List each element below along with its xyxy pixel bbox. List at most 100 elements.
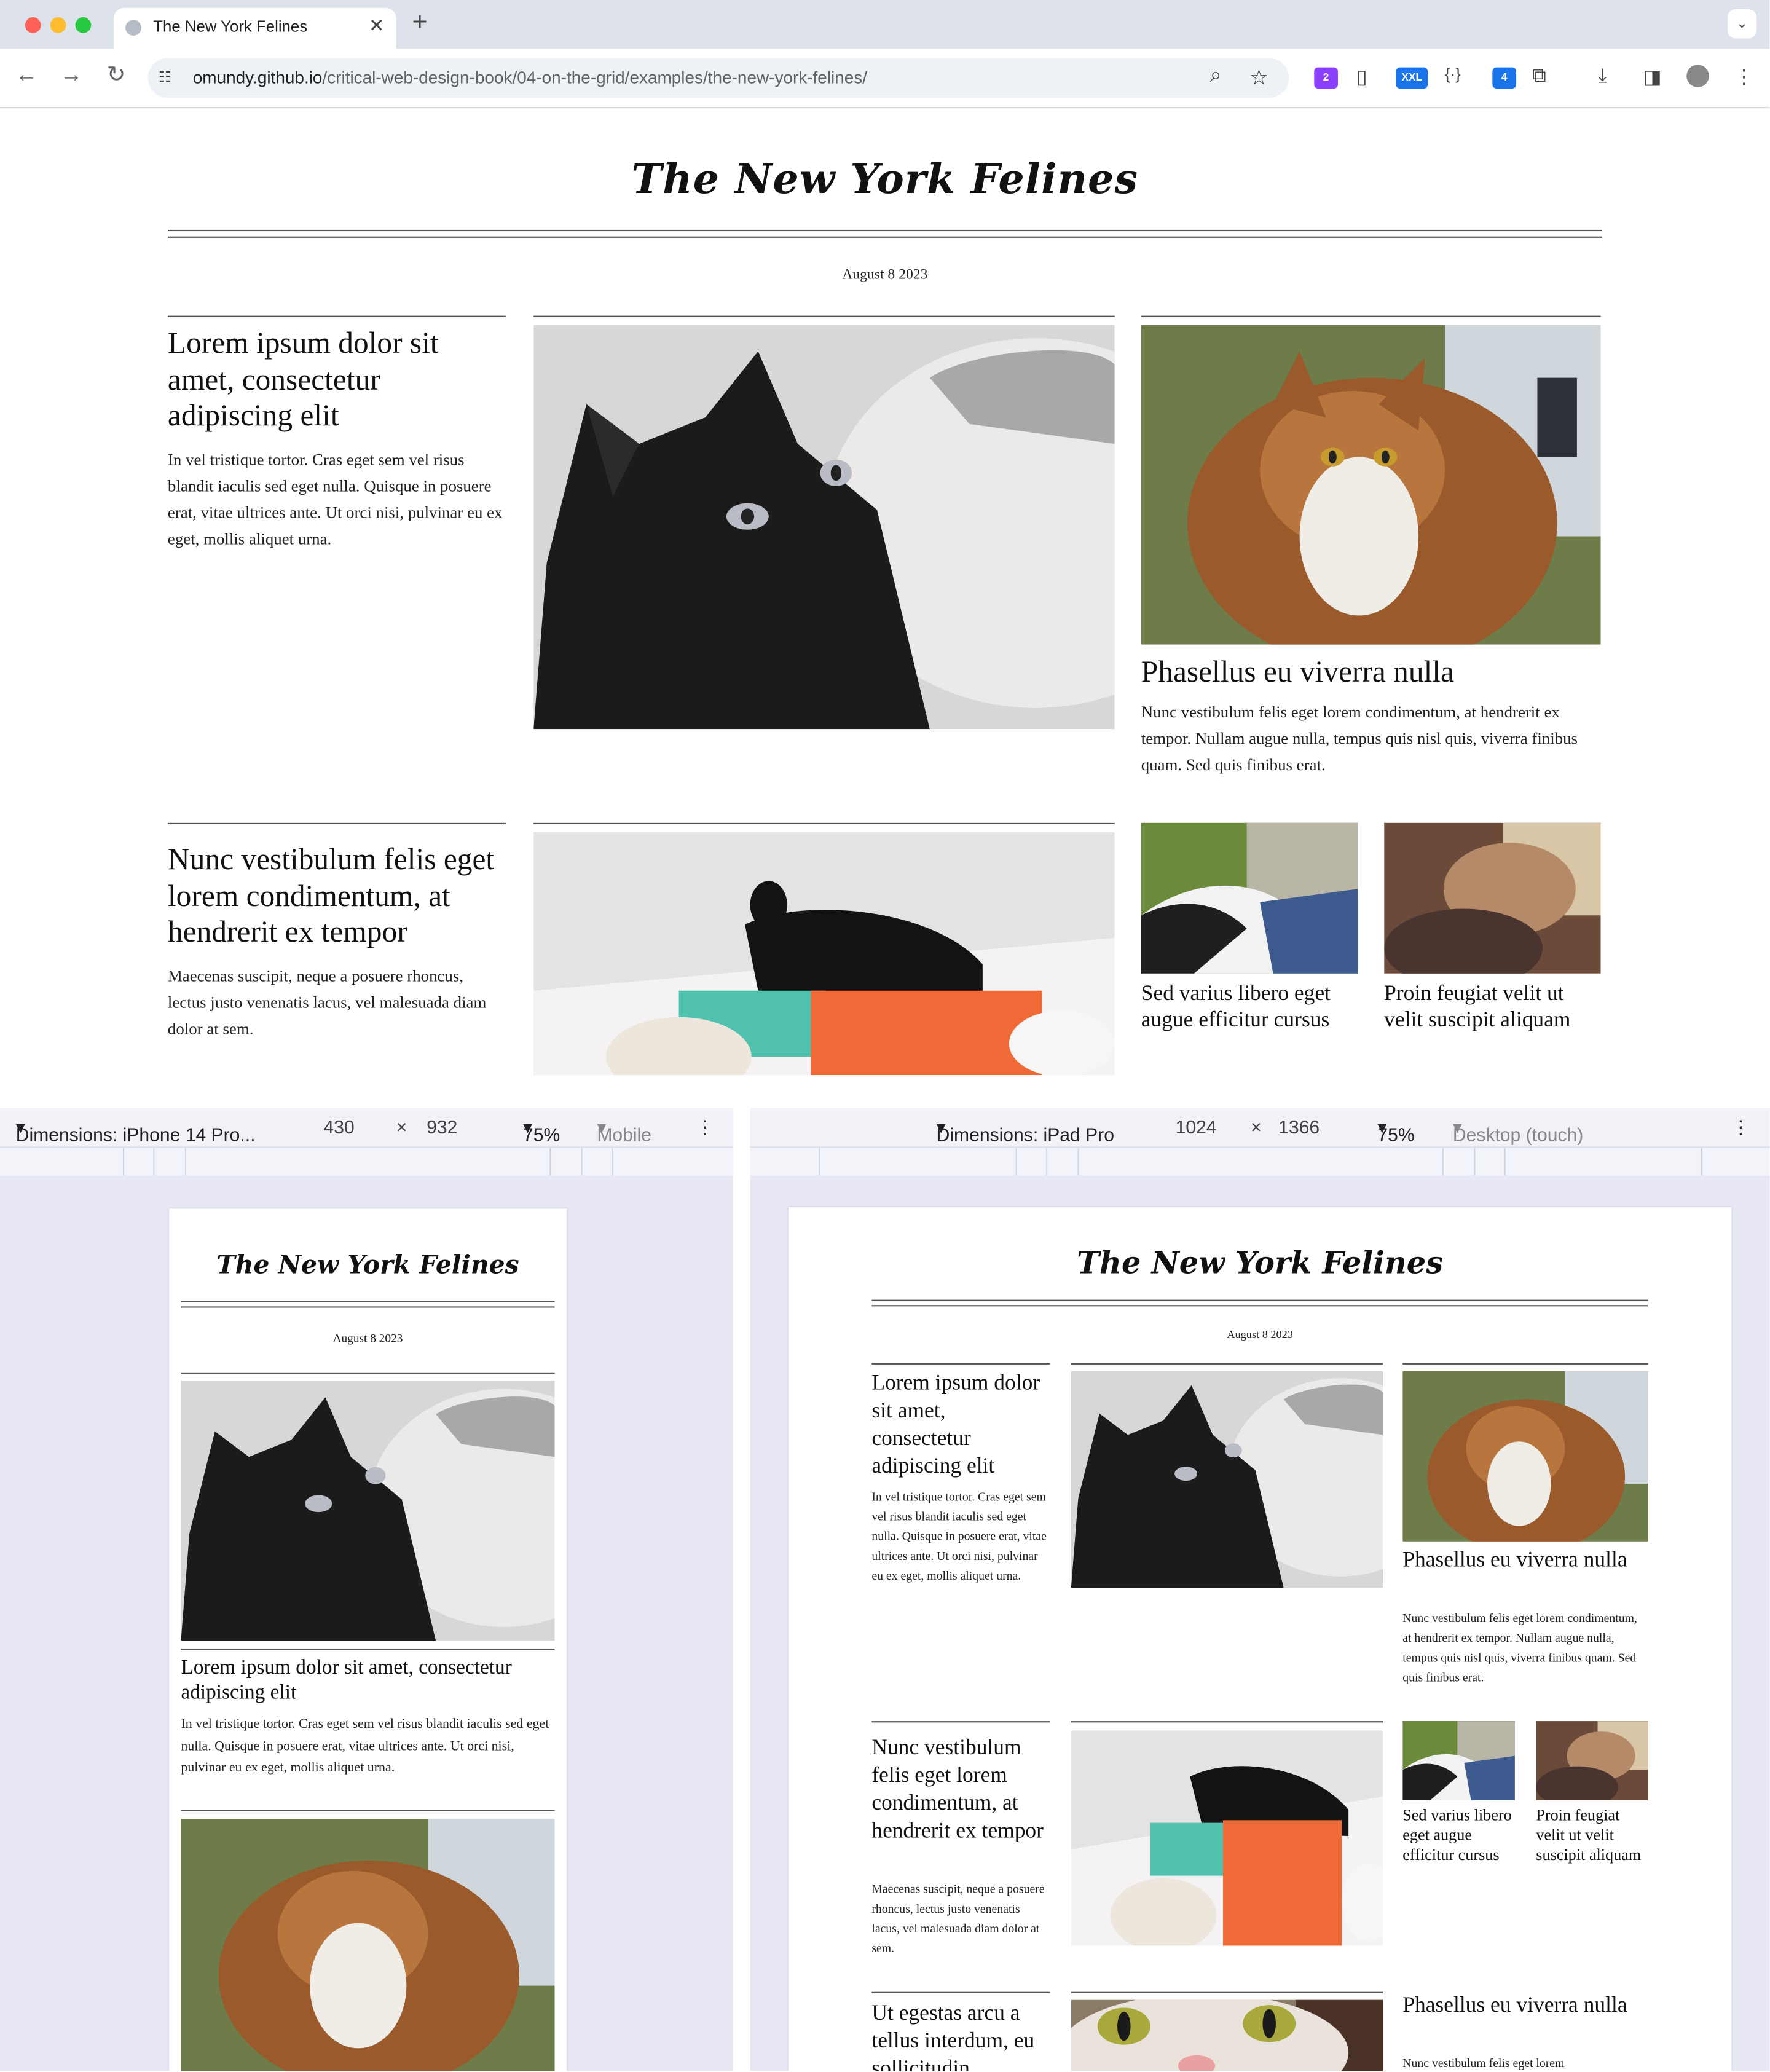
article-body: Nunc vestibulum felis eget lorem <box>1402 2056 1565 2070</box>
close-tab-icon[interactable]: ✕ <box>369 15 384 37</box>
dimension-separator: × <box>396 1116 407 1138</box>
column-rule <box>1071 1721 1383 1723</box>
column-rule <box>871 1363 1050 1365</box>
maximize-window-icon[interactable] <box>75 17 92 33</box>
url-text[interactable]: omundy.github.io/critical-web-design-boo… <box>193 68 867 87</box>
reload-icon[interactable]: ↻ <box>101 62 130 89</box>
site-info-icon[interactable]: ☷ <box>159 69 177 87</box>
article-body: Maecenas suscipit, neque a posuere rhonc… <box>871 1882 1045 1955</box>
browser-window: The New York Felines ✕ + ⌄ ← → ↻ ☷ omund… <box>0 0 1770 2071</box>
black-cat-sink-photo <box>533 325 1115 730</box>
masthead: The New York Felines <box>1077 1245 1444 1282</box>
forward-icon[interactable]: → <box>57 62 85 89</box>
tab-strip: The New York Felines ✕ + ⌄ <box>0 0 1770 49</box>
column-rule <box>871 1721 1050 1723</box>
height-input[interactable]: 932 <box>427 1116 457 1137</box>
cat-in-grass-photo <box>1141 822 1358 974</box>
pane-divider <box>733 1108 750 2071</box>
article-body: In vel tristique tortor. Cras eget sem v… <box>167 450 503 548</box>
new-tab-icon[interactable]: + <box>412 8 427 38</box>
more-menu-icon[interactable]: ⋮ <box>1734 65 1754 89</box>
tabby-cat-photo <box>181 1819 555 2071</box>
article-headline[interactable]: Nunc vestibulum felis eget lorem condime… <box>871 1735 1050 1845</box>
masthead: The New York Felines <box>631 156 1139 203</box>
mobile-device-toolbar: Dimensions: iPhone 14 Pro... ▾ 430 × 932… <box>0 1108 733 1147</box>
article-headline[interactable]: Phasellus eu viverra nulla <box>1141 654 1601 690</box>
media-query-ruler[interactable] <box>0 1146 733 1178</box>
column-rule <box>181 1810 555 1811</box>
masthead-rule <box>871 1299 1648 1307</box>
minimize-window-icon[interactable] <box>50 17 66 33</box>
article-headline[interactable]: Sed varius libero eget augue efficitur c… <box>1141 980 1358 1033</box>
globe-icon <box>125 20 141 36</box>
article-headline[interactable]: Proin feugiat velit ut velit suscipit al… <box>1384 980 1600 1033</box>
browser-toolbar: ← → ↻ ☷ omundy.github.io/critical-web-de… <box>0 49 1770 109</box>
publication-date: August 8 2023 <box>1227 1327 1293 1341</box>
device-mode-select[interactable]: Mobile ▾ <box>597 1116 651 1145</box>
width-input[interactable]: 430 <box>324 1116 355 1137</box>
bookmark-star-icon[interactable]: ☆ <box>1249 65 1268 91</box>
tabby-cat-photo <box>1141 325 1601 645</box>
height-input[interactable]: 1366 <box>1278 1116 1320 1137</box>
tablet-device-toolbar: Dimensions: iPad Pro ▾ 1024 × 1366 75% ▾… <box>750 1108 1770 1147</box>
column-rule <box>871 1991 1050 1993</box>
article-headline[interactable]: Phasellus eu viverra nulla <box>1402 1992 1648 2020</box>
publication-date: August 8 2023 <box>842 267 928 283</box>
more-options-icon[interactable]: ⋮ <box>696 1116 715 1139</box>
cat-in-grass-photo <box>1402 1721 1515 1801</box>
address-bar[interactable]: ☷ omundy.github.io/critical-web-design-b… <box>148 58 1289 98</box>
column-rule <box>181 1372 555 1374</box>
masthead-rule <box>181 1301 555 1308</box>
black-cat-bathtub-photo <box>1071 1730 1383 1946</box>
tab-search-icon[interactable]: ⌄ <box>1727 9 1757 39</box>
media-query-ruler[interactable] <box>750 1146 1770 1178</box>
article-headline[interactable]: Phasellus eu viverra nulla <box>1402 1546 1648 1574</box>
article-headline[interactable]: Nunc vestibulum felis eget lorem condime… <box>168 841 506 951</box>
article-headline[interactable]: Lorem ipsum dolor sit amet, consectetur … <box>168 325 506 435</box>
cat-face-closeup-photo <box>1071 1999 1383 2071</box>
article-headline[interactable]: Sed varius libero eget augue efficitur c… <box>1402 1806 1515 1865</box>
zoom-select[interactable]: 75% ▾ <box>1377 1116 1414 1145</box>
device-select[interactable]: Dimensions: iPhone 14 Pro... ▾ <box>16 1116 256 1145</box>
back-icon[interactable]: ← <box>12 62 41 89</box>
column-rule <box>1071 1363 1383 1365</box>
side-panel-icon[interactable]: ◨ <box>1643 65 1661 89</box>
column-rule <box>1402 1363 1648 1365</box>
column-rule <box>533 822 1115 824</box>
browser-tab[interactable]: The New York Felines ✕ <box>113 7 396 49</box>
article-body: Nunc vestibulum felis eget lorem condime… <box>1141 703 1578 774</box>
masthead-rule <box>167 229 1602 238</box>
article-headline[interactable]: Lorem ipsum dolor sit amet, consectetur … <box>871 1370 1050 1481</box>
extension-badge-2[interactable]: 2 <box>1314 67 1338 89</box>
more-options-icon[interactable]: ⋮ <box>1731 1116 1750 1139</box>
extensions-puzzle-icon[interactable]: ⧉ <box>1532 65 1546 87</box>
article-headline[interactable]: Lorem ipsum dolor sit amet, consectetur … <box>181 1655 554 1706</box>
black-cat-sink-photo <box>181 1380 555 1641</box>
width-input[interactable]: 1024 <box>1176 1116 1217 1137</box>
document-extension-icon[interactable]: ▯ <box>1356 65 1367 89</box>
article-body: Maecenas suscipit, neque a posuere rhonc… <box>167 967 487 1039</box>
article-body: In vel tristique tortor. Cras eget sem v… <box>181 1717 549 1776</box>
device-select[interactable]: Dimensions: iPad Pro ▾ <box>937 1116 1114 1145</box>
device-mode-select[interactable]: Desktop (touch) ▾ <box>1453 1116 1583 1145</box>
code-extension-icon[interactable]: {·} <box>1445 65 1461 83</box>
column-rule <box>1071 1991 1383 1993</box>
zoom-icon[interactable]: ⌕ <box>1210 65 1221 89</box>
column-rule <box>167 315 506 317</box>
profile-avatar[interactable] <box>1686 65 1709 87</box>
article-headline[interactable]: Ut egestas arcu a tellus interdum, eu so… <box>871 2000 1050 2071</box>
extension-badge-4[interactable]: 4 <box>1492 67 1517 89</box>
xxl-extension[interactable]: XXL <box>1396 67 1428 89</box>
close-window-icon[interactable] <box>25 17 41 33</box>
zoom-select[interactable]: 75% ▾ <box>523 1116 560 1145</box>
column-rule <box>533 315 1115 317</box>
column-rule <box>167 822 506 824</box>
article-body: In vel tristique tortor. Cras eget sem v… <box>871 1490 1047 1583</box>
cat-on-lap-photo <box>1536 1721 1648 1801</box>
tablet-viewport: The New York Felines August 8 2023 Lorem… <box>788 1207 1732 2071</box>
download-icon[interactable]: ⤓ <box>1598 65 1607 87</box>
black-cat-sink-photo <box>1071 1371 1383 1588</box>
cat-on-lap-photo <box>1384 822 1601 974</box>
article-headline[interactable]: Proin feugiat velit ut velit suscipit al… <box>1536 1806 1648 1865</box>
column-rule <box>1141 315 1601 317</box>
